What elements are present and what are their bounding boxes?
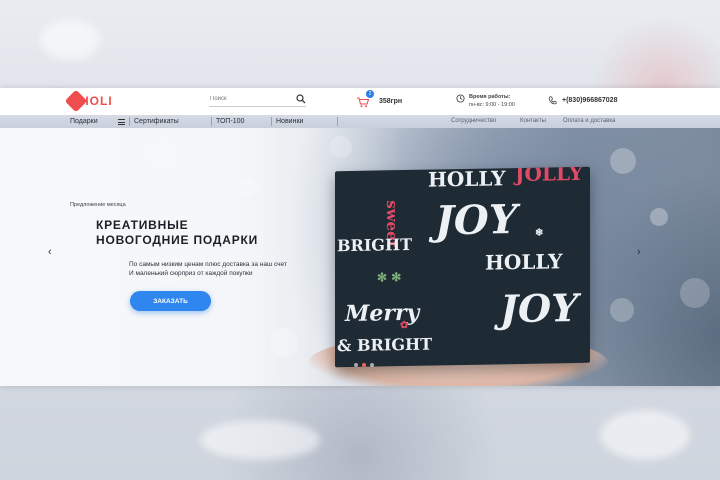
phone-number: +(830)966867028 — [562, 97, 618, 104]
nav-item-top100[interactable]: ТОП-100 — [216, 115, 244, 128]
gift-text-holly: HOLLY — [428, 166, 506, 192]
nav-item-contacts[interactable]: Контакты — [520, 115, 546, 128]
nav-item-payment-delivery[interactable]: Оплата и доставка — [563, 115, 615, 128]
hero-title: КРЕАТИВНЫЕ НОВОГОДНИЕ ПОДАРКИ — [96, 218, 316, 248]
nav-item-new[interactable]: Новинки — [276, 115, 303, 128]
main-nav: Подарки Сертификаты ТОП-100 Новинки Сотр… — [0, 115, 720, 128]
search-box — [209, 94, 306, 107]
gift-text-holly-2: HOLLY — [485, 249, 563, 275]
nav-divider — [271, 117, 272, 126]
cart[interactable]: 2 358грн — [356, 90, 403, 109]
slider-dot[interactable] — [354, 363, 358, 367]
logo[interactable]: HOLI — [64, 89, 113, 113]
gift-box-image: HOLLY JOLLY sweet JOY HOLLY BRIGHT Merry… — [335, 166, 590, 368]
phone-icon — [548, 96, 557, 105]
offer-eyebrow: Предложение месяца — [70, 202, 126, 208]
search-input[interactable] — [210, 96, 290, 102]
nav-item-certificates[interactable]: Сертификаты — [134, 115, 179, 128]
site-header: HOLI 2 358грн — [0, 88, 720, 115]
hero-banner: HOLLY JOLLY sweet JOY HOLLY BRIGHT Merry… — [0, 128, 720, 386]
hero-title-line-1: КРЕАТИВНЫЕ — [96, 218, 189, 232]
nav-divider — [211, 117, 212, 126]
gift-text-jolly: JOLLY — [515, 166, 584, 187]
working-hours: Время работы: пн-вс: 9:00 - 19:00 — [456, 93, 515, 109]
hero-subtitle-line-1: По самым низким ценам плюс доставка за н… — [129, 261, 287, 268]
next-slide-arrow[interactable]: › — [637, 246, 641, 258]
phone[interactable]: +(830)966867028 — [548, 96, 617, 105]
slider-dots — [354, 363, 374, 367]
nav-item-cooperation[interactable]: Сотрудничество — [451, 115, 496, 128]
menu-icon[interactable] — [118, 119, 125, 125]
hero-title-line-2: НОВОГОДНИЕ ПОДАРКИ — [96, 233, 259, 247]
prev-slide-arrow[interactable]: ‹ — [48, 246, 52, 258]
slider-dot[interactable] — [370, 363, 374, 367]
cart-icon: 2 — [356, 90, 374, 108]
hero-subtitle: По самым низким ценам плюс доставка за н… — [129, 260, 329, 278]
gift-text-and-bright: & BRIGHT — [337, 334, 433, 356]
cart-total: 358грн — [379, 97, 403, 105]
logo-text: HOLI — [80, 94, 113, 108]
gift-text-joy-2: JOY — [500, 284, 579, 332]
order-button[interactable]: ЗАКАЗАТЬ — [130, 291, 211, 311]
slider-dot-active[interactable] — [362, 363, 366, 367]
search-icon[interactable] — [296, 94, 306, 104]
gift-text-joy: JOY — [435, 196, 518, 245]
clock-icon — [456, 94, 465, 103]
gift-text-bright: BRIGHT — [337, 234, 412, 256]
nav-divider — [129, 117, 130, 126]
cart-count-badge: 2 — [366, 90, 374, 98]
nav-divider — [337, 117, 338, 126]
hero-subtitle-line-2: И маленький сюрприз от каждой покупки — [129, 270, 253, 277]
website-frame: HOLI 2 358грн — [0, 88, 720, 386]
hours-title: Время работы: — [469, 94, 511, 100]
nav-item-gifts[interactable]: Подарки — [70, 115, 98, 128]
hours-value: пн-вс: 9:00 - 19:00 — [469, 102, 515, 108]
